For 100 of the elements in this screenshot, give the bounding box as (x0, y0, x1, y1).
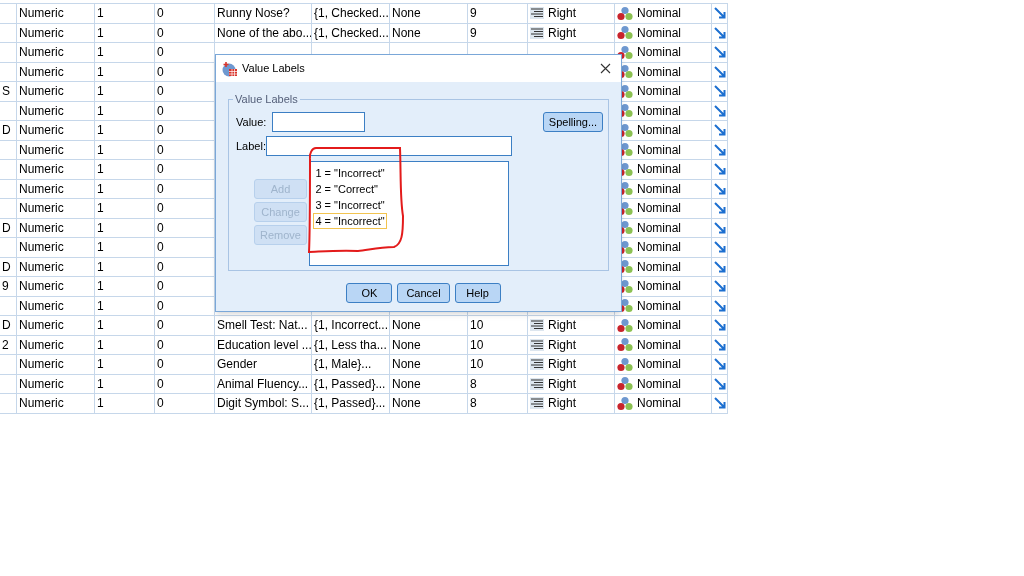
table-cell-text: {1, Passed}... (314, 395, 386, 413)
value-label: Value: (236, 114, 268, 130)
table-cell-text: Nominal (637, 24, 681, 42)
table-cell-text: None (392, 356, 421, 374)
table-cell-text: Numeric (19, 239, 64, 257)
table-cell-text: Nominal (637, 83, 681, 101)
table-cell-text: Animal Fluency... (217, 375, 309, 393)
table-cell-text: Gender (217, 356, 258, 374)
table-cell-text: 1 (97, 200, 104, 218)
table-icon (222, 60, 238, 77)
list-item[interactable]: 3 = "Incorrect" (313, 197, 387, 213)
table-cell-text: 0 (157, 395, 164, 413)
arrow-icon (714, 46, 726, 59)
table-cell-text: Numeric (19, 297, 64, 315)
dialog-button[interactable]: Help (454, 283, 501, 303)
table-cell-text: {1, Incorrect... (314, 317, 389, 335)
table-cell-text: 9 (470, 5, 477, 23)
table-cell-text: Numeric (19, 395, 64, 413)
table-cell-text: 1 (97, 336, 104, 354)
value-field[interactable] (272, 112, 365, 132)
table-cell-text: Numeric (19, 102, 64, 120)
list-item[interactable]: 1 = "Incorrect" (313, 165, 387, 181)
table-cell-text: Numeric (19, 180, 64, 198)
table-cell-text: 10 (470, 356, 484, 374)
nominal-icon (617, 356, 633, 372)
table-cell-text: Nominal (637, 356, 681, 374)
table-cell-text: 1 (97, 5, 104, 23)
table-cell-text: Right (548, 395, 576, 413)
table-cell-text: Nominal (637, 102, 681, 120)
table-cell-text: Numeric (19, 161, 64, 179)
dialog-title: Value Labels (242, 61, 305, 77)
nominal-icon (617, 317, 633, 333)
table-cell-text: 1 (97, 44, 104, 62)
table-cell-text: {1, Passed}... (314, 375, 386, 393)
table-cell-text: Nominal (637, 200, 681, 218)
table-cell-text: Numeric (19, 200, 64, 218)
table-cell-text: Right (548, 24, 576, 42)
align-right-icon (530, 338, 544, 351)
table-cell-text: 1 (97, 278, 104, 296)
table-cell-text: D (2, 122, 11, 140)
close-icon (599, 63, 611, 74)
dialog-button[interactable]: OK (346, 283, 393, 303)
table-cell-text: Nominal (637, 239, 681, 257)
table-cell-text: Nominal (637, 63, 681, 81)
table-cell-text: Numeric (19, 356, 64, 374)
table-cell-text: Nominal (637, 278, 681, 296)
table-cell-text: Nominal (637, 258, 681, 276)
table-cell-text: {1, Male}... (314, 356, 372, 374)
table-cell-text: 0 (157, 336, 164, 354)
table-cell-text: None (392, 24, 421, 42)
table-cell-text: 1 (97, 375, 104, 393)
table-cell-text: Numeric (19, 141, 64, 159)
spelling-button[interactable]: Spelling... (543, 112, 603, 132)
table-cell-text: S (2, 83, 10, 101)
table-cell-text: Numeric (19, 44, 64, 62)
table-cell-text: 0 (157, 5, 164, 23)
table-cell-text: 0 (157, 161, 164, 179)
table-cell-text: 10 (470, 317, 484, 335)
align-right-icon (530, 26, 544, 39)
table-cell-text: Nominal (637, 122, 681, 140)
align-right-icon (530, 7, 544, 20)
table-cell-text: 1 (97, 180, 104, 198)
label-label: Label: (236, 138, 266, 154)
table-cell-text: Nominal (637, 161, 681, 179)
table-cell-text: 9 (470, 24, 477, 42)
table-cell-text: Numeric (19, 278, 64, 296)
list-item[interactable]: 2 = "Correct" (313, 181, 380, 197)
table-cell-text: {1, Checked... (314, 5, 389, 23)
table-cell-text: Numeric (19, 24, 64, 42)
table-cell-text: Nominal (637, 180, 681, 198)
table-cell-text: 0 (157, 24, 164, 42)
nominal-icon (617, 337, 633, 353)
table-cell-text: D (2, 219, 11, 237)
table-cell-text: Runny Nose? (217, 5, 290, 23)
table-cell-text: Right (548, 317, 576, 335)
table-cell-text: 0 (157, 219, 164, 237)
table-cell-text: {1, Checked... (314, 24, 389, 42)
table-cell-text: 0 (157, 200, 164, 218)
arrow-icon (714, 124, 726, 137)
arrow-icon (714, 397, 726, 410)
table-cell-text: Nominal (637, 395, 681, 413)
arrow-icon (714, 319, 726, 332)
table-cell-text: Nominal (637, 44, 681, 62)
table-cell-text: Numeric (19, 375, 64, 393)
table-cell-text: Education level ... (217, 336, 311, 354)
value-list[interactable]: 1 = "Incorrect" 2 = "Correct" 3 = "Incorrect" 4 = "Incorrect" (309, 161, 509, 266)
table-cell-text: 1 (97, 317, 104, 335)
arrow-icon (714, 299, 726, 312)
table-cell-text: Right (548, 5, 576, 23)
arrow-icon (714, 221, 726, 234)
table-cell-text: 0 (157, 63, 164, 81)
table-cell-text: 1 (97, 24, 104, 42)
align-right-icon (530, 377, 544, 390)
table-cell-text: 0 (157, 356, 164, 374)
arrow-icon (714, 163, 726, 176)
arrow-icon (714, 182, 726, 195)
list-item[interactable]: 4 = "Incorrect" (313, 213, 387, 229)
table-cell-text: 1 (97, 239, 104, 257)
dialog-button[interactable]: Cancel (397, 283, 450, 303)
label-field[interactable] (266, 136, 512, 156)
